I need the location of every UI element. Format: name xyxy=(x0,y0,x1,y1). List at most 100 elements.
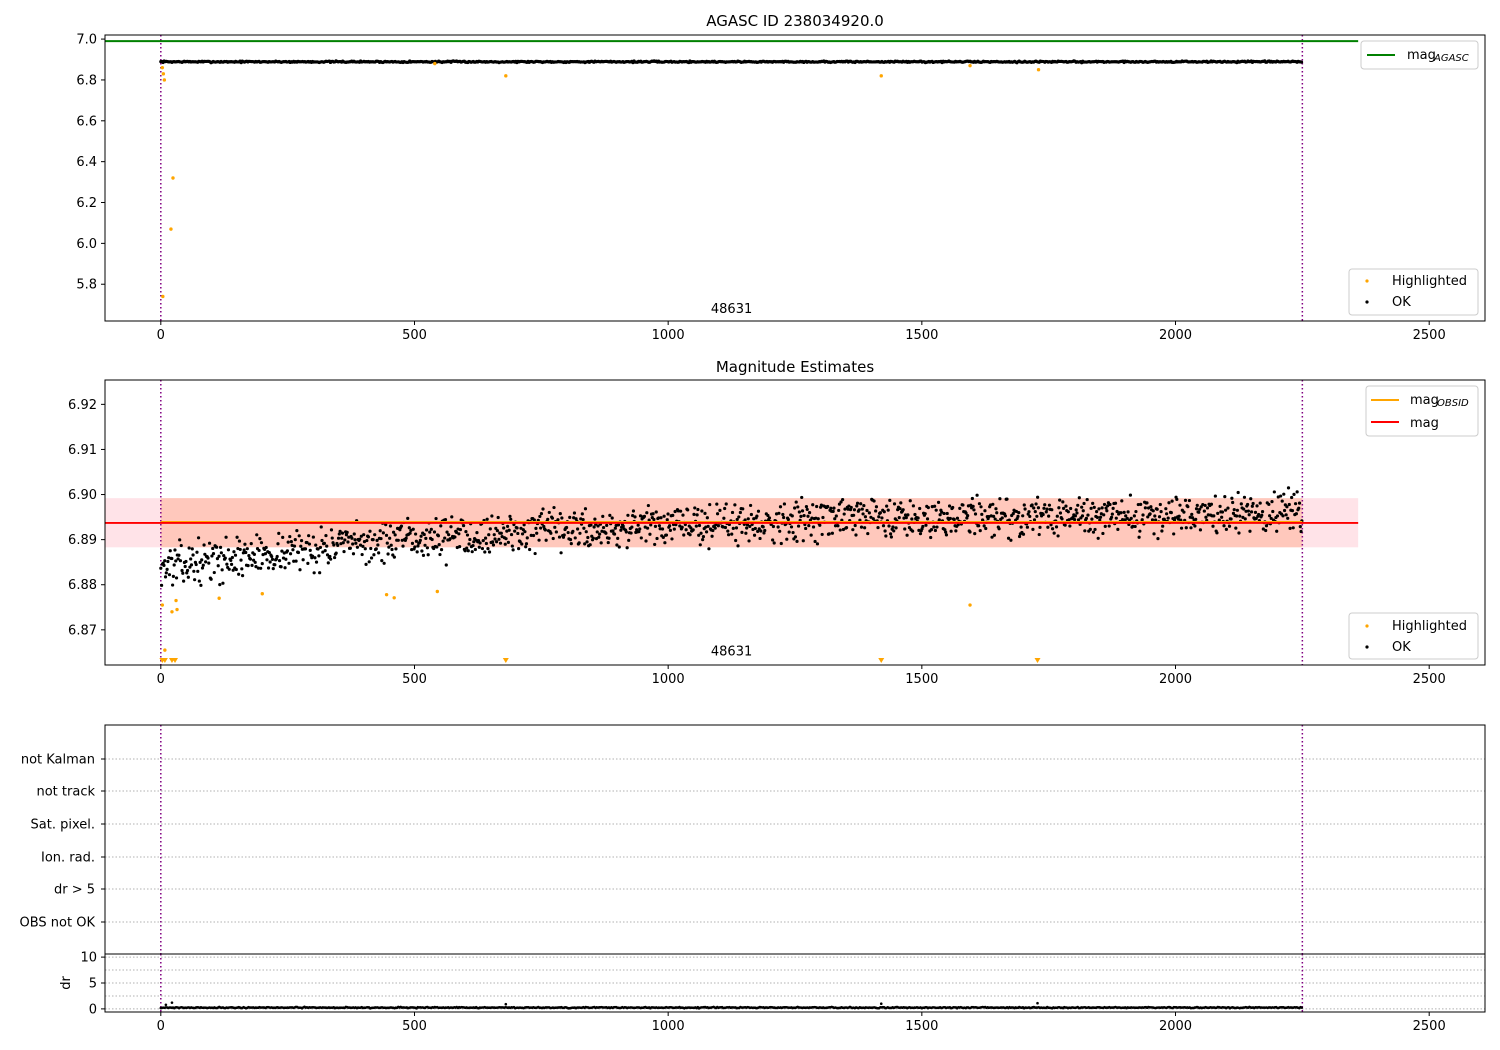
ok-point xyxy=(439,548,444,552)
ok-point xyxy=(485,517,489,521)
ok-point xyxy=(821,515,825,520)
ok-point xyxy=(793,506,797,510)
x-tick-label: 1000 xyxy=(652,1019,685,1034)
ok-point xyxy=(749,503,753,508)
ok-point xyxy=(887,524,891,528)
ok-point xyxy=(1037,532,1041,537)
ok-point xyxy=(385,541,389,545)
ok-point xyxy=(776,525,780,529)
ok-point xyxy=(934,508,938,512)
ok-point xyxy=(571,529,575,534)
legend-label-agasc-sub: AGASC xyxy=(1433,53,1469,64)
ok-point xyxy=(355,545,360,549)
x-tick-label: 2500 xyxy=(1413,328,1446,343)
y-tick-label: 10 xyxy=(80,951,97,966)
ok-point xyxy=(1271,509,1275,514)
ok-point xyxy=(249,542,253,546)
ok-point xyxy=(520,532,525,536)
ok-point xyxy=(992,533,996,537)
x-tick-label: 500 xyxy=(402,672,427,687)
ok-point xyxy=(1027,510,1031,514)
ok-point xyxy=(444,563,448,567)
ok-point xyxy=(1294,512,1298,516)
ok-point xyxy=(1095,509,1099,514)
ok-point xyxy=(1109,515,1114,519)
ok-point xyxy=(832,506,836,510)
ok-point xyxy=(568,515,572,519)
ok-point xyxy=(1227,524,1232,528)
y-tick-label: 5 xyxy=(89,977,97,992)
ok-point xyxy=(388,524,393,528)
dr-point xyxy=(504,1002,508,1006)
ok-point xyxy=(322,541,326,545)
ok-point xyxy=(546,517,550,521)
ok-point xyxy=(951,505,955,510)
ok-point xyxy=(1260,510,1265,514)
ok-point xyxy=(744,531,748,535)
ok-point xyxy=(361,544,365,548)
ok-point xyxy=(230,555,234,560)
ok-point xyxy=(1246,502,1250,507)
y-tick-label: 6.87 xyxy=(68,623,97,638)
ok-point xyxy=(1023,507,1027,511)
ok-point xyxy=(352,532,356,536)
ok-point xyxy=(1060,517,1064,521)
y-tick-label: 0 xyxy=(89,1002,97,1017)
ok-point xyxy=(1098,515,1103,519)
ok-point xyxy=(163,575,168,579)
ok-point xyxy=(1122,510,1126,514)
ok-point xyxy=(688,533,692,537)
ok-point xyxy=(1019,525,1023,529)
ok-point xyxy=(301,558,305,562)
ok-point xyxy=(593,517,597,521)
ok-point xyxy=(285,549,290,553)
ok-point xyxy=(888,498,892,502)
ok-point xyxy=(477,545,481,549)
ok-point xyxy=(1282,508,1287,513)
ok-point xyxy=(929,528,934,532)
ok-point xyxy=(196,536,201,540)
ok-point xyxy=(195,550,199,554)
x-tick-label: 2500 xyxy=(1413,1019,1446,1034)
ok-point xyxy=(829,506,833,510)
legend-label-highlighted: Highlighted xyxy=(1392,274,1467,289)
ok-point xyxy=(994,507,998,511)
ok-point xyxy=(911,529,915,533)
ok-point xyxy=(351,542,355,546)
ok-point xyxy=(184,559,188,564)
ok-point xyxy=(977,524,981,528)
ok-point xyxy=(645,511,649,515)
ok-point xyxy=(655,536,659,541)
ok-point xyxy=(944,530,948,534)
ok-point xyxy=(966,514,970,518)
ok-point xyxy=(389,543,393,547)
ok-point xyxy=(424,536,428,541)
ok-point xyxy=(854,533,858,537)
ok-point xyxy=(701,534,706,539)
ok-point xyxy=(298,568,302,572)
ok-point xyxy=(984,526,988,531)
ok-point xyxy=(534,526,538,530)
highlighted-point xyxy=(161,72,166,76)
ok-point xyxy=(1033,510,1037,514)
legend-swatch-ok xyxy=(1365,645,1369,649)
ok-point xyxy=(1159,509,1163,514)
ok-point xyxy=(547,510,551,515)
ok-point xyxy=(307,534,311,538)
ok-point xyxy=(1075,511,1079,515)
ok-point xyxy=(465,533,470,537)
ok-point xyxy=(229,562,234,566)
ok-point xyxy=(358,537,362,541)
ok-point xyxy=(259,566,263,570)
ok-point xyxy=(807,511,812,515)
ok-point xyxy=(682,533,686,537)
flag-row-label: OBS not OK xyxy=(20,916,96,931)
ok-point xyxy=(654,510,658,514)
ok-point xyxy=(468,537,472,542)
ok-point xyxy=(253,560,257,564)
ok-point xyxy=(1184,526,1188,530)
ok-point xyxy=(162,563,166,568)
ok-point xyxy=(874,509,878,513)
ok-point xyxy=(815,542,820,546)
ok-point xyxy=(767,516,772,520)
